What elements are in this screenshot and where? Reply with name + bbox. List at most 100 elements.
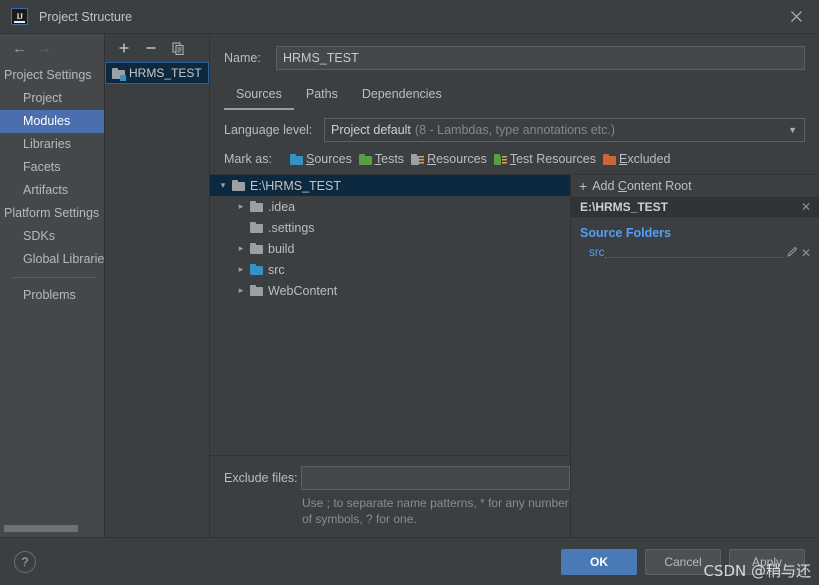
- tree-row[interactable]: ▾ E:\HRMS_TEST: [210, 175, 570, 196]
- add-content-root-label: Add Content Root: [592, 179, 692, 193]
- source-folder-dots: [605, 249, 783, 258]
- content-root-tree: ▾ E:\HRMS_TEST ▸ .idea .settings ▸ build…: [210, 175, 570, 455]
- folder-icon: [250, 243, 263, 254]
- excluded-folder-icon: [602, 153, 616, 165]
- exclude-files-section: Exclude files: Use ; to separate name pa…: [210, 455, 570, 537]
- test-resources-folder-icon: [493, 153, 507, 165]
- language-level-dropdown[interactable]: Project default (8 - Lambdas, type annot…: [324, 118, 805, 142]
- dialog-footer: ? OK Cancel Apply CSDN @稍与还: [0, 537, 819, 585]
- mark-as-resources-label: esources: [436, 152, 487, 166]
- source-folder-name: src: [589, 247, 605, 259]
- chevron-down-icon: ▼: [788, 125, 797, 135]
- chevron-down-icon[interactable]: ▾: [214, 180, 232, 191]
- sidebar-item-problems[interactable]: Problems: [0, 284, 104, 307]
- intellij-idea-logo-icon: IJ: [11, 8, 28, 25]
- mark-as-tests-button[interactable]: Tests: [358, 152, 405, 166]
- module-name-input[interactable]: [276, 46, 805, 70]
- tree-row[interactable]: .settings: [210, 217, 570, 238]
- sidebar-item-artifacts[interactable]: Artifacts: [0, 179, 104, 202]
- mark-as-test-resources-label: est Resources: [516, 152, 596, 166]
- exclude-files-input[interactable]: [301, 466, 570, 490]
- mark-as-tests-label: ests: [381, 152, 405, 166]
- minus-icon[interactable]: [143, 40, 159, 56]
- close-icon[interactable]: [773, 0, 819, 33]
- mark-as-excluded-label: xcluded: [627, 152, 671, 166]
- apply-button[interactable]: Apply: [729, 548, 805, 575]
- module-name-row: Name:: [210, 34, 819, 70]
- mark-as-excluded-button[interactable]: Excluded: [602, 152, 671, 166]
- mark-as-sources-label: ources: [314, 152, 352, 166]
- tree-row[interactable]: ▸ .idea: [210, 196, 570, 217]
- sidebar-horizontal-scrollbar[interactable]: [4, 525, 78, 532]
- sidebar-item-global-libraries[interactable]: Global Libraries: [0, 248, 104, 271]
- source-folder-icon: [250, 264, 263, 275]
- mark-as-resources-button[interactable]: Resources: [411, 152, 487, 166]
- tree-row[interactable]: ▸ build: [210, 238, 570, 259]
- sidebar-items: Project Settings Project Modules Librari…: [0, 62, 104, 537]
- window-title: Project Structure: [39, 9, 133, 24]
- folder-icon: [250, 222, 263, 233]
- pencil-icon[interactable]: [785, 246, 799, 260]
- module-folder-icon: [112, 67, 126, 81]
- module-editor: Name: Sources Paths Dependencies Languag…: [210, 34, 819, 537]
- language-level-detail: (8 - Lambdas, type annotations etc.): [414, 123, 616, 137]
- dialog-body: ← → Project Settings Project Modules Lib…: [0, 33, 819, 537]
- plus-icon: +: [579, 178, 588, 194]
- sidebar-item-libraries[interactable]: Libraries: [0, 133, 104, 156]
- help-icon[interactable]: ?: [14, 550, 36, 573]
- content-root-tree-pane: ▾ E:\HRMS_TEST ▸ .idea .settings ▸ build…: [210, 175, 571, 537]
- tree-row-label: build: [268, 241, 295, 256]
- mark-as-test-resources-button[interactable]: Test Resources: [493, 152, 596, 166]
- chevron-right-icon[interactable]: ▸: [232, 285, 250, 296]
- cancel-button[interactable]: Cancel: [645, 548, 721, 575]
- arrow-right-icon[interactable]: →: [37, 41, 52, 56]
- sidebar-item-project[interactable]: Project: [0, 87, 104, 110]
- mark-as-sources-button[interactable]: Sources: [290, 152, 352, 166]
- ok-button[interactable]: OK: [561, 548, 637, 575]
- source-folders-title: Source Folders: [580, 226, 671, 240]
- folder-icon: [232, 180, 245, 191]
- mark-as-label: Mark as:: [224, 152, 272, 166]
- exclude-files-label: Exclude files:: [224, 471, 298, 485]
- sidebar-navigation: ← →: [0, 34, 104, 62]
- sidebar-item-sdks[interactable]: SDKs: [0, 225, 104, 248]
- tree-row-label: WebContent: [268, 283, 338, 298]
- sidebar-group-platform-settings: Platform Settings: [4, 206, 100, 220]
- sidebar-item-modules[interactable]: Modules: [0, 110, 104, 133]
- copy-icon[interactable]: [170, 40, 186, 56]
- chevron-right-icon[interactable]: ▸: [232, 243, 250, 254]
- add-content-root-button[interactable]: + Add Content Root: [571, 175, 819, 197]
- source-folder-row[interactable]: src ✕: [571, 244, 819, 262]
- plus-icon[interactable]: [116, 40, 132, 56]
- title-bar: IJ Project Structure: [0, 0, 819, 33]
- remove-content-root-icon[interactable]: ✕: [799, 200, 813, 214]
- sources-area: ▾ E:\HRMS_TEST ▸ .idea .settings ▸ build…: [210, 174, 819, 537]
- folder-icon: [250, 201, 263, 212]
- content-root-header: E:\HRMS_TEST ✕: [571, 197, 819, 217]
- tab-dependencies[interactable]: Dependencies: [350, 84, 454, 110]
- chevron-right-icon[interactable]: ▸: [232, 264, 250, 275]
- sidebar-item-facets[interactable]: Facets: [0, 156, 104, 179]
- arrow-left-icon[interactable]: ←: [12, 41, 27, 56]
- chevron-right-icon[interactable]: ▸: [232, 201, 250, 212]
- resources-folder-icon: [411, 153, 425, 165]
- sources-folder-icon: [290, 153, 303, 165]
- sidebar-group-project-settings: Project Settings: [4, 68, 92, 82]
- tree-row-label: src: [268, 262, 285, 277]
- content-root-path: E:\HRMS_TEST: [580, 200, 669, 214]
- module-list-item-label: HRMS_TEST: [129, 66, 202, 80]
- language-level-label: Language level:: [224, 123, 313, 137]
- tree-row[interactable]: ▸ src: [210, 259, 570, 280]
- tab-sources[interactable]: Sources: [224, 84, 294, 110]
- tree-row-label: .settings: [268, 220, 315, 235]
- remove-source-folder-icon[interactable]: ✕: [799, 246, 813, 260]
- module-tabs: Sources Paths Dependencies: [224, 83, 819, 110]
- project-structure-dialog: IJ Project Structure ← → Project Setting…: [0, 0, 819, 585]
- tab-paths[interactable]: Paths: [294, 84, 350, 110]
- tree-row[interactable]: ▸ WebContent: [210, 280, 570, 301]
- exclude-files-row: Exclude files:: [224, 466, 570, 490]
- tree-row-label: E:\HRMS_TEST: [250, 178, 341, 193]
- module-list-item-hrms-test[interactable]: HRMS_TEST: [105, 62, 209, 84]
- tree-row-label: .idea: [268, 199, 296, 214]
- modules-toolbar: [105, 34, 209, 62]
